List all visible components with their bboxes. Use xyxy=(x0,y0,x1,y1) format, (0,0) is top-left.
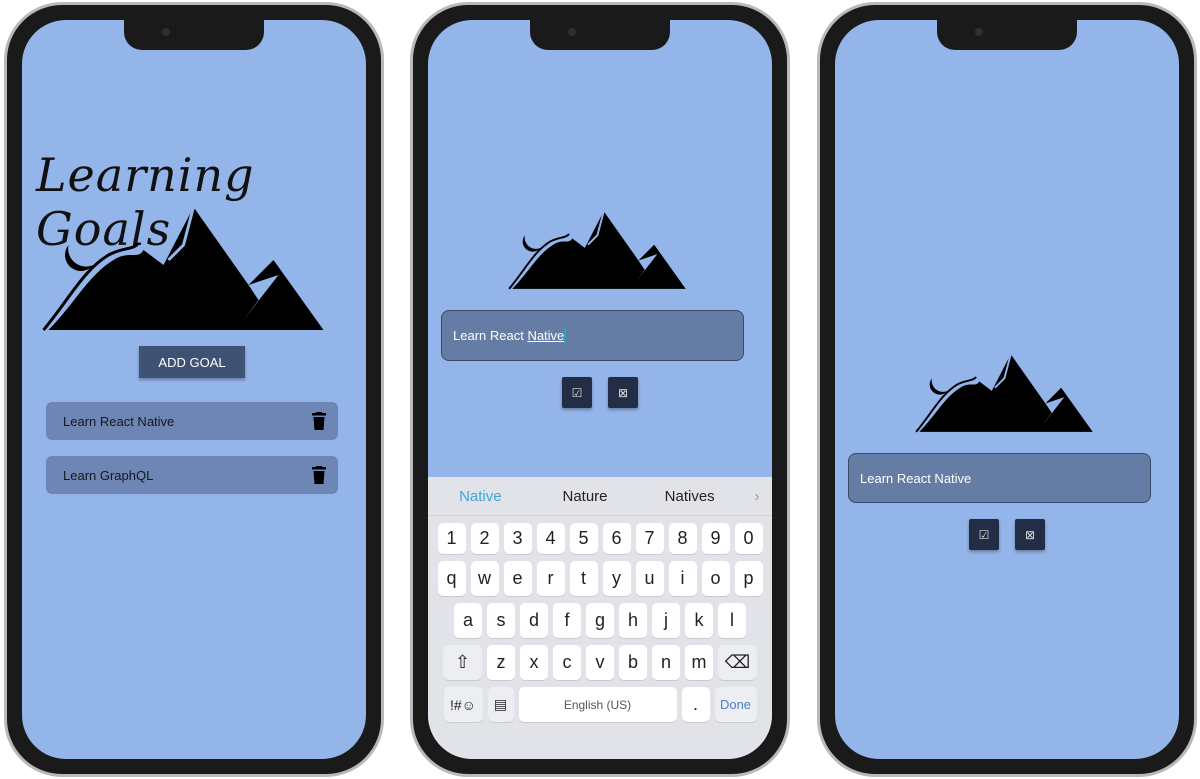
phone-add-goal: Learn React Native ☑ ⊠ xyxy=(817,2,1197,777)
key-5[interactable]: 5 xyxy=(569,523,598,554)
notch xyxy=(937,20,1077,50)
period-key[interactable]: . xyxy=(681,687,710,722)
key-d[interactable]: d xyxy=(520,603,548,638)
screen: Learning Goals ADD GOAL Learn React Nati… xyxy=(22,20,366,759)
cancel-button[interactable]: ⊠ xyxy=(1015,519,1045,550)
key-p[interactable]: p xyxy=(734,561,763,596)
done-key[interactable]: Done xyxy=(714,687,757,722)
confirm-button[interactable]: ☑ xyxy=(969,519,999,550)
key-3[interactable]: 3 xyxy=(503,523,532,554)
space-key[interactable]: English (US) xyxy=(518,687,677,722)
key-6[interactable]: 6 xyxy=(602,523,631,554)
clipboard-key[interactable]: ▤ xyxy=(487,687,514,722)
key-m[interactable]: m xyxy=(685,645,713,680)
key-f[interactable]: f xyxy=(553,603,581,638)
key-a[interactable]: a xyxy=(454,603,482,638)
key-t[interactable]: t xyxy=(569,561,598,596)
key-c[interactable]: c xyxy=(553,645,581,680)
key-g[interactable]: g xyxy=(586,603,614,638)
goal-item[interactable]: Learn GraphQL xyxy=(46,456,338,494)
goal-input[interactable]: Learn React Native xyxy=(848,453,1151,503)
key-2[interactable]: 2 xyxy=(470,523,499,554)
key-k[interactable]: k xyxy=(685,603,713,638)
keyboard: Native Nature Natives › 1234567890 qwert… xyxy=(428,477,772,759)
key-n[interactable]: n xyxy=(652,645,680,680)
key-q[interactable]: q xyxy=(437,561,466,596)
text-cursor xyxy=(564,327,567,344)
key-z[interactable]: z xyxy=(487,645,515,680)
goal-item[interactable]: Learn React Native xyxy=(46,402,338,440)
key-x[interactable]: x xyxy=(520,645,548,680)
chevron-right-icon[interactable]: › xyxy=(742,488,772,505)
add-goal-button[interactable]: ADD GOAL xyxy=(139,346,245,378)
key-w[interactable]: w xyxy=(470,561,499,596)
key-4[interactable]: 4 xyxy=(536,523,565,554)
screen: Learn React Native ☑ ⊠ xyxy=(835,20,1179,759)
key-s[interactable]: s xyxy=(487,603,515,638)
key-y[interactable]: y xyxy=(602,561,631,596)
key-9[interactable]: 9 xyxy=(701,523,730,554)
goal-text: Learn React Native xyxy=(63,413,175,429)
key-i[interactable]: i xyxy=(668,561,697,596)
phone-goal-list: Learning Goals ADD GOAL Learn React Nati… xyxy=(4,2,384,777)
mountain-logo-icon xyxy=(508,210,687,290)
screen: Learn React Native ☑ ⊠ Native Nature Nat… xyxy=(428,20,772,759)
shift-key[interactable]: ⇧ xyxy=(443,645,482,680)
key-r[interactable]: r xyxy=(536,561,565,596)
key-u[interactable]: u xyxy=(635,561,664,596)
key-0[interactable]: 0 xyxy=(734,523,763,554)
key-h[interactable]: h xyxy=(619,603,647,638)
key-j[interactable]: j xyxy=(652,603,680,638)
notch xyxy=(530,20,670,50)
goal-input[interactable]: Learn React Native xyxy=(441,310,744,361)
key-8[interactable]: 8 xyxy=(668,523,697,554)
key-o[interactable]: o xyxy=(701,561,730,596)
trash-icon[interactable] xyxy=(312,412,326,430)
input-text: Learn React xyxy=(453,328,528,343)
confirm-button[interactable]: ☑ xyxy=(562,377,592,408)
key-b[interactable]: b xyxy=(619,645,647,680)
key-l[interactable]: l xyxy=(718,603,746,638)
mountain-logo-icon xyxy=(42,205,325,332)
key-e[interactable]: e xyxy=(503,561,532,596)
notch xyxy=(124,20,264,50)
suggestion[interactable]: Native xyxy=(428,488,533,505)
symbols-key[interactable]: !#☺ xyxy=(443,687,483,722)
suggestion[interactable]: Natives xyxy=(637,488,742,505)
key-7[interactable]: 7 xyxy=(635,523,664,554)
key-1[interactable]: 1 xyxy=(437,523,466,554)
cancel-button[interactable]: ⊠ xyxy=(608,377,638,408)
backspace-key[interactable]: ⌫ xyxy=(718,645,757,680)
phone-add-goal-keyboard: Learn React Native ☑ ⊠ Native Nature Nat… xyxy=(410,2,790,777)
suggestion-bar: Native Nature Natives › xyxy=(428,477,772,516)
goal-text: Learn GraphQL xyxy=(63,467,154,483)
suggestion[interactable]: Nature xyxy=(533,488,638,505)
key-v[interactable]: v xyxy=(586,645,614,680)
mountain-logo-icon xyxy=(915,353,1094,433)
input-word: Native xyxy=(527,328,565,343)
trash-icon[interactable] xyxy=(312,466,326,484)
